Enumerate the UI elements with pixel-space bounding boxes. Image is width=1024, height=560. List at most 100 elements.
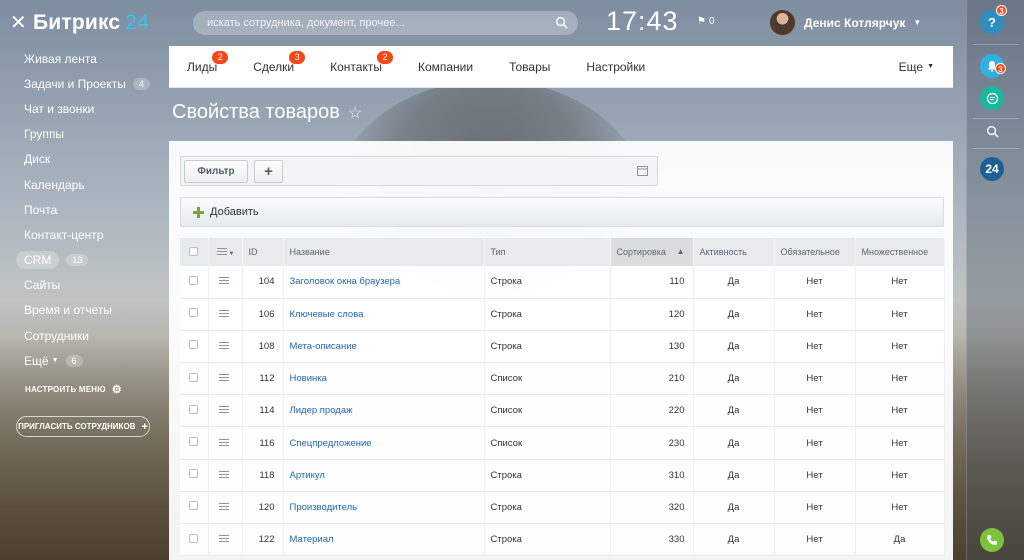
row-required: Нет bbox=[774, 523, 856, 557]
row-checkbox[interactable] bbox=[180, 298, 209, 331]
sidebar-item-contact-center[interactable]: Контакт-центр bbox=[0, 222, 166, 247]
row-name-link[interactable]: Лидер продаж bbox=[290, 405, 353, 416]
star-icon[interactable]: ☆ bbox=[348, 103, 362, 123]
row-name-link[interactable]: Новинка bbox=[290, 373, 327, 384]
filter-bar: Фильтр + bbox=[180, 156, 658, 186]
row-menu-icon[interactable] bbox=[208, 523, 243, 557]
row-menu-icon[interactable] bbox=[208, 330, 243, 364]
add-filter-button[interactable]: + bbox=[254, 160, 283, 183]
tab-deals[interactable]: Сделки 3 bbox=[235, 46, 312, 88]
column-id[interactable]: ID bbox=[242, 238, 284, 266]
sidebar-item-employees[interactable]: Сотрудники bbox=[0, 323, 166, 348]
sidebar-item-calendar[interactable]: Календарь bbox=[0, 172, 166, 197]
row-name-link[interactable]: Заголовок окна браузера bbox=[290, 276, 401, 287]
row-sort: 320 bbox=[610, 491, 694, 525]
call-button[interactable] bbox=[980, 528, 1004, 552]
row-type: Список bbox=[484, 426, 611, 460]
row-checkbox[interactable] bbox=[180, 426, 209, 460]
clock[interactable]: 17:43 bbox=[606, 6, 679, 37]
row-checkbox[interactable] bbox=[180, 459, 209, 492]
row-menu-icon[interactable] bbox=[208, 394, 243, 428]
row-name-link[interactable]: Материал bbox=[290, 534, 334, 545]
invite-employees-button[interactable]: ПРИГЛАСИТЬ СОТРУДНИКОВ + bbox=[16, 416, 150, 438]
column-settings-icon[interactable]: ▼ bbox=[208, 238, 243, 266]
row-menu-icon[interactable] bbox=[208, 266, 243, 299]
tab-companies[interactable]: Компании bbox=[400, 46, 491, 88]
close-menu-icon[interactable]: ✕ bbox=[10, 10, 27, 35]
sidebar-item-sites[interactable]: Сайты bbox=[0, 273, 166, 298]
tabs-more-button[interactable]: Еще ▼ bbox=[899, 60, 953, 74]
crm-tabs: Лиды 2 Сделки 3 Контакты 2 Компании Това… bbox=[169, 46, 953, 88]
row-name-link[interactable]: Артикул bbox=[290, 470, 325, 481]
table-row[interactable]: 120 Производитель Строка 320 Да Нет Нет bbox=[180, 491, 945, 525]
help-button[interactable]: ? 3 bbox=[980, 5, 1007, 34]
sidebar-item-more[interactable]: Ещё ▼ 6 bbox=[0, 348, 166, 373]
tab-contacts[interactable]: Контакты 2 bbox=[312, 46, 400, 88]
tab-products[interactable]: Товары bbox=[491, 46, 568, 88]
flag-icon: ⚑ bbox=[697, 16, 706, 27]
add-button[interactable]: Добавить bbox=[180, 197, 944, 227]
filter-button[interactable]: Фильтр bbox=[184, 160, 248, 183]
table-row[interactable]: 112 Новинка Список 210 Да Нет Нет bbox=[180, 362, 945, 396]
table-row[interactable]: 106 Ключевые слова Строка 120 Да Нет Нет bbox=[180, 298, 945, 331]
column-active[interactable]: Активность bbox=[693, 238, 775, 266]
row-checkbox[interactable] bbox=[180, 266, 209, 299]
row-menu-icon[interactable] bbox=[208, 459, 243, 492]
column-sort[interactable]: Сортировка ▲ bbox=[610, 238, 694, 266]
search-icon[interactable] bbox=[555, 16, 568, 29]
row-checkbox[interactable] bbox=[180, 362, 209, 396]
menu-settings-button[interactable]: НАСТРОИТЬ МЕНЮ ⚙ bbox=[0, 383, 166, 396]
table-row[interactable]: 104 Заголовок окна браузера Строка 110 Да Нет… bbox=[180, 266, 945, 299]
row-name-link[interactable]: Спецпредложение bbox=[290, 438, 372, 449]
flag-counter[interactable]: ⚑ 0 bbox=[697, 16, 715, 27]
row-menu-icon[interactable] bbox=[208, 491, 243, 525]
sidebar-item-label: Сотрудники bbox=[24, 328, 89, 343]
row-name-link[interactable]: Производитель bbox=[290, 502, 358, 513]
row-checkbox[interactable] bbox=[180, 330, 209, 364]
row-checkbox[interactable] bbox=[180, 491, 209, 525]
sidebar-item-crm[interactable]: CRM 13 bbox=[0, 248, 166, 273]
sidebar-item-mail[interactable]: Почта bbox=[0, 197, 166, 222]
logo[interactable]: ✕ Битрикс 24 bbox=[10, 10, 149, 35]
row-checkbox[interactable] bbox=[180, 394, 209, 428]
row-sort: 330 bbox=[610, 523, 694, 557]
column-required[interactable]: Обязательное bbox=[774, 238, 856, 266]
row-name-link[interactable]: Ключевые слова bbox=[290, 309, 364, 320]
sidebar-item-disk[interactable]: Диск bbox=[0, 147, 166, 172]
column-multiple[interactable]: Множественное bbox=[855, 238, 945, 266]
collapse-icon[interactable] bbox=[637, 166, 648, 176]
sidebar-item-tasks[interactable]: Задачи и Проекты 4 bbox=[0, 71, 166, 96]
bitrix24-button[interactable]: 24 bbox=[980, 157, 1004, 181]
search-input[interactable]: искать сотрудника, документ, прочее... bbox=[193, 11, 578, 35]
user-menu[interactable]: Денис Котлярчук ▼ bbox=[769, 9, 921, 36]
avatar bbox=[769, 9, 796, 36]
row-menu-icon[interactable] bbox=[208, 298, 243, 331]
select-all-checkbox[interactable] bbox=[180, 238, 209, 266]
column-name[interactable]: Название bbox=[283, 238, 485, 266]
sidebar-item-label: Диск bbox=[24, 152, 51, 167]
sidebar-item-chat[interactable]: Чат и звонки bbox=[0, 96, 166, 121]
table-row[interactable]: 108 Мета-описание Строка 130 Да Нет Нет bbox=[180, 330, 945, 364]
table-row[interactable]: 114 Лидер продаж Список 220 Да Нет Нет bbox=[180, 394, 945, 428]
row-id: 114 bbox=[242, 394, 284, 428]
notifications-button[interactable]: 3 bbox=[980, 54, 1006, 78]
row-id: 112 bbox=[242, 362, 284, 396]
chat-button[interactable] bbox=[980, 86, 1004, 110]
tab-leads[interactable]: Лиды 2 bbox=[169, 46, 235, 88]
row-checkbox[interactable] bbox=[180, 523, 209, 557]
tab-settings[interactable]: Настройки bbox=[568, 46, 663, 88]
row-name-link[interactable]: Мета-описание bbox=[290, 341, 357, 352]
logo-text: Битрикс bbox=[32, 10, 121, 34]
table-row[interactable]: 116 Спецпредложение Список 230 Да Нет Нет bbox=[180, 426, 945, 460]
row-sort: 220 bbox=[610, 394, 694, 428]
table-row[interactable]: 118 Артикул Строка 310 Да Нет Нет bbox=[180, 459, 945, 492]
sidebar-item-time-reports[interactable]: Время и отчеты bbox=[0, 298, 166, 323]
sidebar-item-feed[interactable]: Живая лента bbox=[0, 46, 166, 71]
sidebar-item-groups[interactable]: Группы bbox=[0, 122, 166, 147]
table-row[interactable]: 122 Материал Строка 330 Да Нет Да bbox=[180, 523, 945, 557]
user-name: Денис Котлярчук bbox=[804, 15, 906, 30]
row-menu-icon[interactable] bbox=[208, 362, 243, 396]
search-button[interactable] bbox=[980, 119, 1004, 143]
row-menu-icon[interactable] bbox=[208, 426, 243, 460]
column-type[interactable]: Тип bbox=[484, 238, 611, 266]
